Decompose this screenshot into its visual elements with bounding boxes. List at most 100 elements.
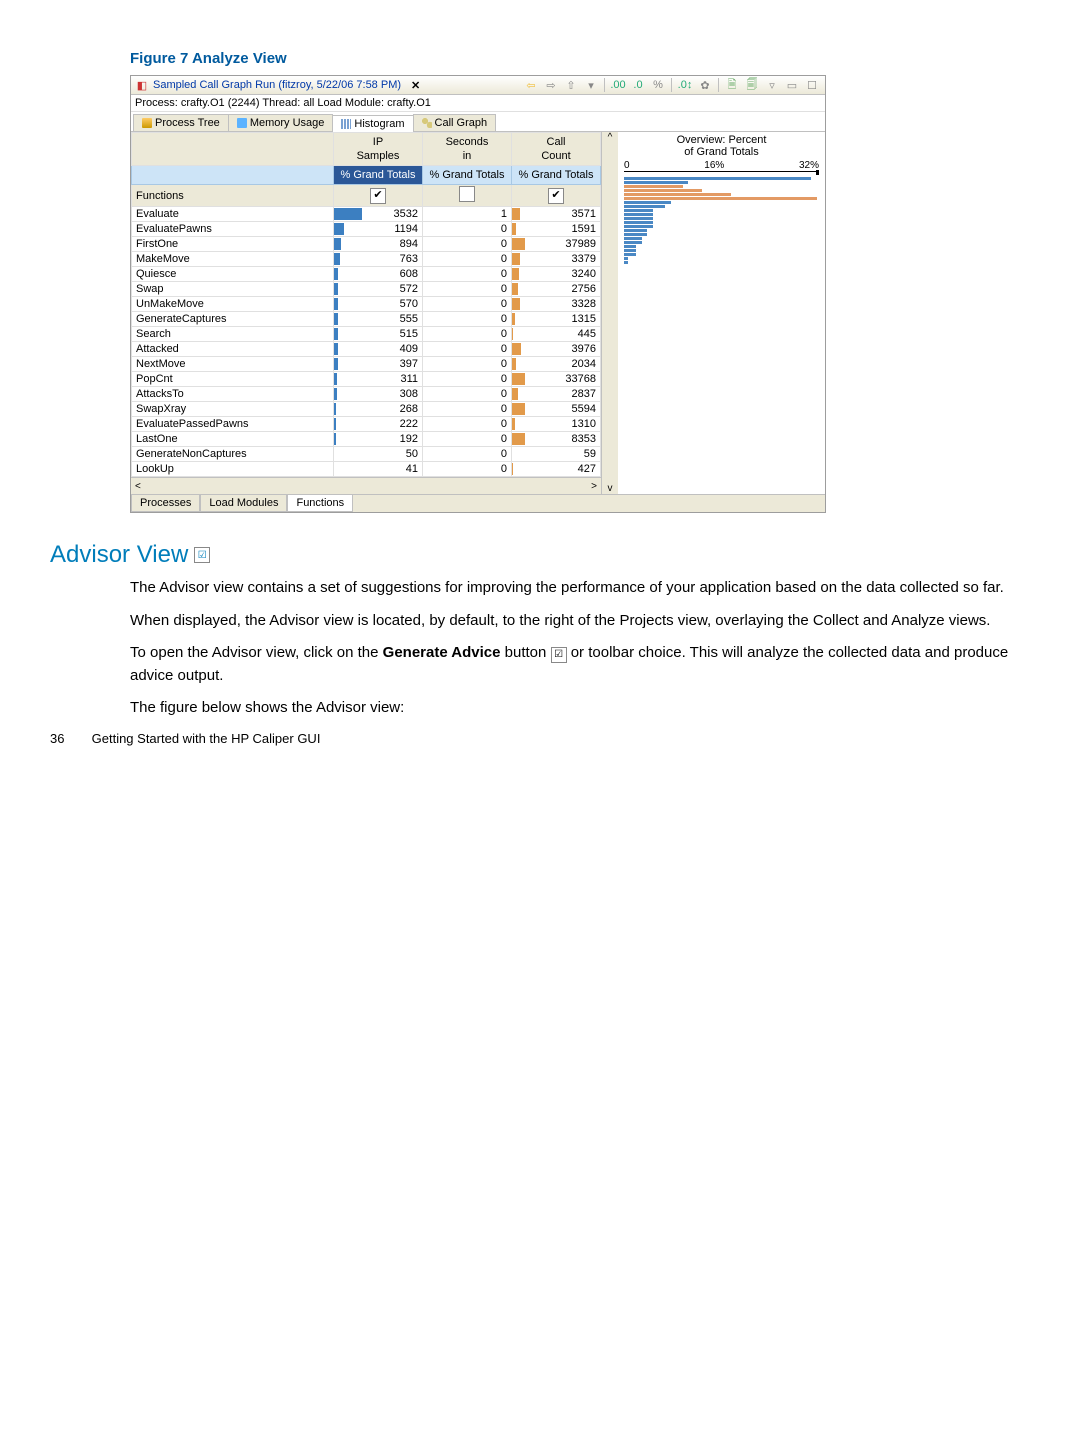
percent-icon[interactable]: % xyxy=(651,78,665,92)
grand-sec[interactable]: % Grand Totals xyxy=(423,166,512,185)
btab-functions[interactable]: Functions xyxy=(287,495,353,512)
overview-panel: Overview: Percent of Grand Totals 0 16% … xyxy=(618,132,825,494)
v-scrollbar[interactable]: ^ v xyxy=(601,132,618,494)
hdr2-blank xyxy=(132,166,334,185)
report-icon[interactable]: 🗐 xyxy=(745,78,759,92)
table-row[interactable]: PopCnt311033768 xyxy=(132,372,601,387)
dropdown-icon[interactable]: ▾ xyxy=(584,78,598,92)
table-row[interactable]: MakeMove76303379 xyxy=(132,252,601,267)
minimize-icon[interactable]: ▭ xyxy=(785,78,799,92)
tab-histogram[interactable]: Histogram xyxy=(332,115,413,132)
table-row[interactable]: EvaluatePassedPawns22201310 xyxy=(132,417,601,432)
table-row[interactable]: Attacked40903976 xyxy=(132,342,601,357)
fn-name: FirstOne xyxy=(132,237,334,252)
sec-cell: 0 xyxy=(423,237,512,252)
col-sec[interactable]: Seconds in xyxy=(423,133,512,166)
call-cell: 3328 xyxy=(512,297,601,312)
scroll-left-icon[interactable]: < xyxy=(131,481,145,492)
histogram-icon xyxy=(341,119,351,129)
fn-name: Quiesce xyxy=(132,267,334,282)
fn-name: Search xyxy=(132,327,334,342)
col-functions[interactable]: Functions xyxy=(132,185,334,207)
table-row[interactable]: NextMove39702034 xyxy=(132,357,601,372)
fn-name: EvaluatePassedPawns xyxy=(132,417,334,432)
overview-bar xyxy=(624,261,628,264)
para3: To open the Advisor view, click on the G… xyxy=(130,642,1030,687)
table-row[interactable]: FirstOne894037989 xyxy=(132,237,601,252)
fn-name: NextMove xyxy=(132,357,334,372)
grand-ip[interactable]: % Grand Totals xyxy=(334,166,423,185)
data-table-wrap: IP Samples Seconds in Call Count % Grand… xyxy=(131,132,601,494)
fn-name: UnMakeMove xyxy=(132,297,334,312)
btab-loadmodules[interactable]: Load Modules xyxy=(200,495,287,512)
col-blank xyxy=(132,133,334,166)
table-row[interactable]: GenerateNonCaptures50059 xyxy=(132,447,601,462)
close-icon[interactable]: ✕ xyxy=(411,79,420,92)
call-cell: 445 xyxy=(512,327,601,342)
overview-bar xyxy=(624,213,653,216)
maximize-icon[interactable]: ☐ xyxy=(805,78,819,92)
table-row[interactable]: LastOne19208353 xyxy=(132,432,601,447)
chk-ip[interactable]: ✔ xyxy=(334,185,423,207)
tab-process-tree[interactable]: Process Tree xyxy=(133,114,229,131)
overview-bar xyxy=(624,197,817,200)
fn-name: AttacksTo xyxy=(132,387,334,402)
overview-bar xyxy=(624,205,665,208)
para1: The Advisor view contains a set of sugge… xyxy=(130,577,1030,600)
table-row[interactable]: Search5150445 xyxy=(132,327,601,342)
col-ip[interactable]: IP Samples xyxy=(334,133,423,166)
para4: The figure below shows the Advisor view: xyxy=(130,697,1030,720)
page-number: 36 xyxy=(50,731,88,746)
call-cell: 2837 xyxy=(512,387,601,402)
h-scrollbar[interactable]: < > xyxy=(131,477,601,494)
settings-icon[interactable]: ✿ xyxy=(698,78,712,92)
export-icon[interactable]: 🗎 xyxy=(725,78,739,92)
fn-name: LookUp xyxy=(132,462,334,477)
overview-bar xyxy=(624,201,671,204)
scroll-up-icon[interactable]: ^ xyxy=(602,132,618,143)
call-cell: 3240 xyxy=(512,267,601,282)
table-row[interactable]: AttacksTo30802837 xyxy=(132,387,601,402)
table-row[interactable]: SwapXray26805594 xyxy=(132,402,601,417)
generate-advice-icon: ☑ xyxy=(551,647,567,663)
process-info: Process: crafty.O1 (2244) Thread: all Lo… xyxy=(131,95,825,112)
call-cell: 59 xyxy=(512,447,601,462)
ip-cell: 570 xyxy=(334,297,423,312)
grand-call[interactable]: % Grand Totals xyxy=(512,166,601,185)
call-cell: 3976 xyxy=(512,342,601,357)
call-cell: 1310 xyxy=(512,417,601,432)
sec-cell: 0 xyxy=(423,222,512,237)
table-row[interactable]: GenerateCaptures55501315 xyxy=(132,312,601,327)
ip-cell: 41 xyxy=(334,462,423,477)
back-icon[interactable]: ⇦ xyxy=(524,78,538,92)
chk-call[interactable]: ✔ xyxy=(512,185,601,207)
overview-bar xyxy=(624,225,653,228)
sec-cell: 0 xyxy=(423,387,512,402)
table-row[interactable]: Quiesce60803240 xyxy=(132,267,601,282)
up-icon[interactable]: ⇧ xyxy=(564,78,578,92)
decrease-decimal-icon[interactable]: .0 xyxy=(631,78,645,92)
ip-cell: 1194 xyxy=(334,222,423,237)
scroll-down-icon[interactable]: v xyxy=(602,483,618,494)
table-row[interactable]: EvaluatePawns119401591 xyxy=(132,222,601,237)
chk-sec[interactable] xyxy=(423,185,512,207)
format-icon[interactable]: .0↕ xyxy=(678,78,692,92)
menu-icon[interactable]: ▿ xyxy=(765,78,779,92)
fn-name: MakeMove xyxy=(132,252,334,267)
table-row[interactable]: Swap57202756 xyxy=(132,282,601,297)
btab-processes[interactable]: Processes xyxy=(131,495,200,512)
tab-call-graph[interactable]: Call Graph xyxy=(413,114,497,131)
overview-bar xyxy=(624,233,647,236)
forward-icon[interactable]: ⇨ xyxy=(544,78,558,92)
table-row[interactable]: Evaluate353213571 xyxy=(132,207,601,222)
table-row[interactable]: UnMakeMove57003328 xyxy=(132,297,601,312)
table-row[interactable]: LookUp410427 xyxy=(132,462,601,477)
sec-cell: 0 xyxy=(423,327,512,342)
overview-bar xyxy=(624,217,653,220)
advisor-icon: ☑ xyxy=(194,547,210,563)
call-cell: 3571 xyxy=(512,207,601,222)
tab-memory-usage[interactable]: Memory Usage xyxy=(228,114,334,131)
scroll-right-icon[interactable]: > xyxy=(587,481,601,492)
increase-decimal-icon[interactable]: .00 xyxy=(611,78,625,92)
col-call[interactable]: Call Count xyxy=(512,133,601,166)
